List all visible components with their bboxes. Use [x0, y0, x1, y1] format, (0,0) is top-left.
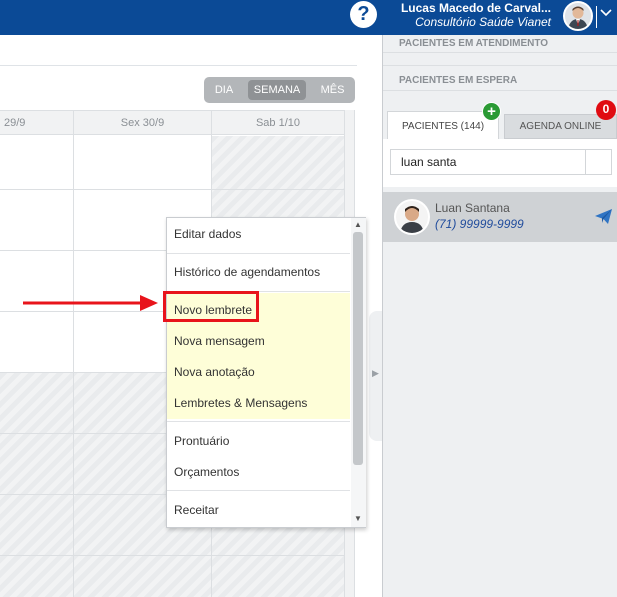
menu-separator — [167, 490, 350, 491]
menu-item-edit-data[interactable]: Editar dados — [167, 227, 350, 241]
grid-line — [73, 135, 74, 597]
menu-item-reminders-messages[interactable]: Lembretes & Mensagens — [167, 396, 350, 410]
annotation-arrow-icon — [23, 295, 158, 311]
annotation-highlight-box — [163, 291, 259, 322]
panel-divider — [383, 90, 617, 91]
top-bar: ? Lucas Macedo de Carval... Consultório … — [0, 0, 617, 35]
view-month-button[interactable]: MÊS — [314, 80, 351, 100]
user-name[interactable]: Lucas Macedo de Carval... — [401, 1, 551, 15]
menu-item-new-message[interactable]: Nova mensagem — [167, 334, 350, 348]
patient-phone[interactable]: (71) 99999-9999 — [435, 217, 524, 231]
scroll-down-icon[interactable]: ▼ — [354, 514, 362, 523]
menu-separator — [167, 253, 350, 254]
menu-item-medical-record[interactable]: Prontuário — [167, 434, 350, 448]
panel-divider — [383, 52, 617, 53]
menu-separator — [167, 421, 350, 422]
clinic-name[interactable]: Consultório Saúde Vianet — [415, 15, 551, 29]
menu-item-new-note[interactable]: Nova anotação — [167, 365, 350, 379]
menu-scroll-thumb[interactable] — [353, 232, 363, 465]
user-avatar[interactable] — [563, 1, 593, 31]
grid-line — [0, 555, 344, 556]
send-message-icon[interactable] — [595, 209, 612, 224]
search-field-divider — [585, 150, 586, 174]
menu-item-appointment-history[interactable]: Histórico de agendamentos — [167, 265, 350, 279]
topbar-divider — [596, 6, 597, 28]
search-area — [383, 139, 617, 187]
online-count-badge: 0 — [596, 100, 616, 120]
patient-context-menu: Editar dados Histórico de agendamentos N… — [166, 217, 366, 528]
patient-search-input[interactable] — [390, 149, 612, 175]
menu-item-prescribe[interactable]: Receitar — [167, 503, 350, 517]
view-day-button[interactable]: DIA — [208, 80, 240, 100]
grid-line — [0, 189, 344, 190]
in-service-title: PACIENTES EM ATENDIMENTO — [399, 38, 549, 49]
patients-panel: PACIENTES EM ATENDIMENTO PACIENTES EM ES… — [382, 35, 617, 597]
day-header-fri: Sex 30/9 — [73, 110, 211, 135]
collapse-panel-tab[interactable]: ▶ — [369, 311, 382, 441]
add-patient-button[interactable]: + — [482, 102, 501, 121]
patient-name[interactable]: Luan Santana — [435, 201, 510, 215]
panel-divider — [383, 65, 617, 66]
day-header-sat: Sab 1/10 — [211, 110, 344, 135]
day-header-thu: 29/9 — [0, 110, 73, 135]
scroll-up-icon[interactable]: ▲ — [354, 220, 362, 229]
help-icon[interactable]: ? — [350, 1, 377, 28]
user-avatar-icon — [565, 3, 591, 29]
patient-photo-icon — [396, 201, 428, 233]
chevron-down-icon[interactable] — [600, 6, 612, 21]
view-toggle: DIA SEMANA MÊS — [204, 77, 355, 103]
waiting-title: PACIENTES EM ESPERA — [399, 75, 518, 86]
patient-avatar — [394, 199, 430, 235]
view-week-button[interactable]: SEMANA — [248, 80, 306, 100]
menu-scrollbar[interactable]: ▲ ▼ — [351, 218, 366, 527]
caret-right-icon: ▶ — [372, 368, 379, 378]
calendar-toolbar-divider — [0, 65, 357, 66]
patient-list-item[interactable]: Luan Santana (71) 99999-9999 — [383, 192, 617, 242]
menu-item-quotes[interactable]: Orçamentos — [167, 465, 350, 479]
